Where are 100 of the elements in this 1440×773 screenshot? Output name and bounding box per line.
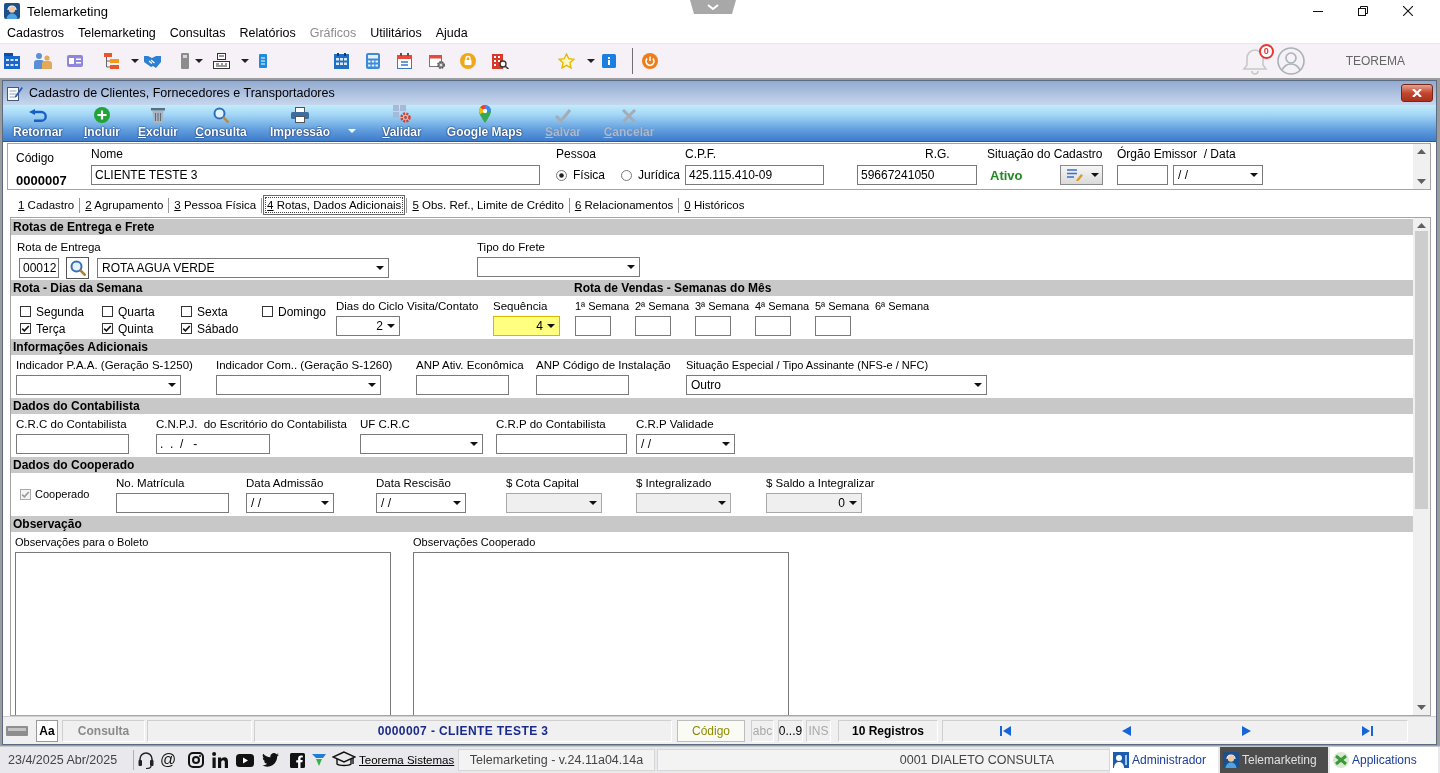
info-icon[interactable] bbox=[602, 54, 616, 68]
user-name[interactable]: TEOREMA bbox=[1345, 54, 1405, 68]
last-record-icon[interactable] bbox=[1362, 725, 1373, 736]
dropdown-field[interactable]: / / bbox=[636, 434, 735, 454]
text-field[interactable] bbox=[536, 375, 629, 395]
caret-down-icon[interactable] bbox=[974, 383, 982, 387]
sort-order[interactable]: Código bbox=[677, 719, 745, 742]
text-field[interactable]: CLIENTE TESTE 3 bbox=[91, 165, 540, 185]
checkbox-icon[interactable] bbox=[102, 323, 113, 334]
text-field[interactable] bbox=[496, 434, 627, 454]
text-field[interactable] bbox=[116, 493, 229, 513]
caret-down-icon[interactable] bbox=[722, 442, 730, 446]
text-field[interactable] bbox=[815, 316, 851, 336]
checkbox-label[interactable]: Terça bbox=[36, 321, 66, 336]
logo-icon[interactable] bbox=[312, 754, 326, 766]
first-record-icon[interactable] bbox=[1000, 725, 1011, 736]
next-icon[interactable] bbox=[1242, 725, 1251, 736]
building-search-icon[interactable] bbox=[492, 53, 509, 69]
dropdown-field[interactable]: / / bbox=[376, 493, 466, 513]
menu-item[interactable]: Relatórios bbox=[232, 25, 303, 40]
instagram-icon[interactable] bbox=[188, 752, 204, 768]
radio-icon[interactable] bbox=[621, 169, 632, 181]
tab[interactable]: 6 Relacionamentos bbox=[570, 195, 678, 215]
checkbox-icon[interactable] bbox=[102, 306, 113, 317]
vertical-scrollbar[interactable] bbox=[1413, 218, 1430, 715]
menu-item[interactable]: Telemarketing bbox=[71, 25, 163, 40]
font-button[interactable]: Aa bbox=[36, 719, 58, 742]
calculator-icon[interactable] bbox=[366, 53, 380, 69]
checkbox-icon[interactable] bbox=[20, 323, 31, 334]
checkbox-label[interactable]: Domingo bbox=[278, 304, 327, 319]
text-field[interactable] bbox=[755, 316, 791, 336]
menu-item[interactable]: Consultas bbox=[162, 25, 233, 40]
checkbox-icon[interactable] bbox=[20, 306, 31, 317]
graduation-cap-icon[interactable] bbox=[332, 751, 356, 769]
dropdown-field[interactable] bbox=[477, 257, 640, 277]
checkbox-icon[interactable] bbox=[181, 306, 192, 317]
id-card-icon[interactable] bbox=[67, 55, 83, 67]
email-symbol[interactable]: @ bbox=[160, 752, 188, 768]
search-button[interactable] bbox=[66, 257, 89, 279]
checkbox-label[interactable]: Segunda bbox=[36, 304, 85, 319]
caret-down-icon[interactable] bbox=[195, 59, 203, 63]
status-menu-button[interactable] bbox=[1060, 165, 1103, 185]
vertical-scrollbar[interactable] bbox=[1413, 144, 1430, 189]
people-icon[interactable] bbox=[34, 53, 52, 69]
dropdown-field[interactable]: ROTA AGUA VERDE bbox=[97, 258, 389, 278]
caret-down-icon[interactable] bbox=[547, 324, 555, 328]
caret-down-icon[interactable] bbox=[627, 265, 635, 269]
arrow-up-icon[interactable] bbox=[1417, 149, 1426, 154]
arrow-up-icon[interactable] bbox=[1417, 223, 1426, 228]
headset-icon[interactable] bbox=[138, 751, 154, 769]
caret-down-icon[interactable] bbox=[376, 266, 384, 270]
caret-down-icon[interactable] bbox=[587, 59, 595, 63]
taskbar-item[interactable]: Applications bbox=[1330, 747, 1438, 773]
org-chart-icon[interactable] bbox=[104, 53, 119, 69]
cash-register-icon[interactable] bbox=[213, 53, 230, 69]
star-icon[interactable] bbox=[558, 53, 575, 69]
arrow-down-icon[interactable] bbox=[1417, 179, 1426, 184]
dropdown-field[interactable] bbox=[16, 375, 181, 395]
dropdown-field[interactable]: 2 bbox=[336, 316, 400, 336]
minimize-icon[interactable] bbox=[1313, 10, 1323, 12]
checkbox-icon[interactable] bbox=[262, 306, 273, 317]
text-field[interactable]: 425.115.410-09 bbox=[685, 165, 824, 185]
youtube-icon[interactable] bbox=[236, 753, 254, 767]
text-field[interactable] bbox=[16, 434, 129, 454]
restore-icon[interactable] bbox=[1358, 6, 1368, 16]
dropdown-field[interactable]: 4 bbox=[493, 316, 560, 336]
taskbar-item[interactable]: Telemarketing bbox=[1220, 747, 1328, 773]
building-icon[interactable] bbox=[4, 53, 20, 69]
checkbox-label[interactable]: Sábado bbox=[197, 321, 239, 336]
calendar-grid-icon[interactable] bbox=[334, 53, 349, 69]
dropdown-field[interactable] bbox=[360, 434, 483, 454]
radio-label[interactable]: Física bbox=[573, 168, 605, 182]
tab[interactable]: 4 Rotas, Dados Adicionais bbox=[263, 195, 406, 215]
checkbox-label[interactable]: Quarta bbox=[118, 304, 155, 319]
checkbox-label[interactable]: Quinta bbox=[118, 321, 154, 336]
code-field[interactable]: 00012 bbox=[19, 258, 59, 278]
twitter-icon[interactable] bbox=[262, 753, 279, 767]
caret-down-icon[interactable] bbox=[387, 324, 395, 328]
previous-icon[interactable] bbox=[1122, 725, 1131, 736]
text-field[interactable] bbox=[1117, 165, 1168, 185]
text-field[interactable]: 59667241050 bbox=[857, 165, 977, 185]
tab[interactable]: 2 Agrupamento bbox=[81, 195, 168, 215]
caret-down-icon[interactable] bbox=[1250, 173, 1258, 177]
caret-down-icon[interactable] bbox=[321, 501, 329, 505]
tab[interactable]: 3 Pessoa Física bbox=[170, 195, 261, 215]
handshake-icon[interactable] bbox=[144, 54, 161, 68]
caret-down-icon[interactable] bbox=[241, 59, 249, 63]
calendar-gear-icon[interactable] bbox=[429, 53, 445, 69]
caret-down-icon[interactable] bbox=[368, 383, 376, 387]
tab[interactable]: 5 Obs. Ref., Limite de Crédito bbox=[408, 195, 568, 215]
arrow-down-icon[interactable] bbox=[1417, 705, 1426, 710]
dropdown-field[interactable] bbox=[216, 375, 381, 395]
caret-down-icon[interactable] bbox=[168, 383, 176, 387]
bell-icon[interactable] bbox=[1241, 47, 1268, 75]
taskbar-item[interactable]: Administrador bbox=[1110, 747, 1218, 773]
menu-item[interactable]: Ajuda bbox=[428, 25, 475, 40]
website-link[interactable]: Teorema Sistemas bbox=[359, 754, 458, 766]
facebook-icon[interactable] bbox=[290, 752, 305, 768]
linkedin-icon[interactable] bbox=[212, 752, 228, 768]
dropdown-field[interactable]: Outro bbox=[686, 375, 987, 395]
